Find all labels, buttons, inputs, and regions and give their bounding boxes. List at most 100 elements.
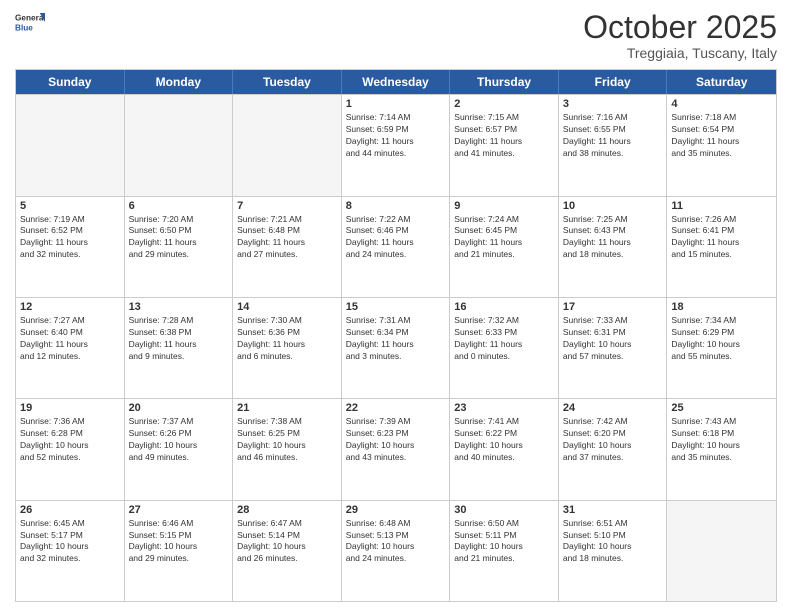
day-info: Sunrise: 7:31 AM Sunset: 6:34 PM Dayligh… xyxy=(346,315,446,363)
day-number: 25 xyxy=(671,402,772,414)
day-cell-4: 4 Sunrise: 7:18 AM Sunset: 6:54 PM Daylig… xyxy=(667,95,776,195)
day-info: Sunrise: 6:46 AM Sunset: 5:15 PM Dayligh… xyxy=(129,518,229,566)
day-cell-7: 7 Sunrise: 7:21 AM Sunset: 6:48 PM Daylig… xyxy=(233,197,342,297)
day-number: 12 xyxy=(20,301,120,313)
day-cell-29: 29 Sunrise: 6:48 AM Sunset: 5:13 PM Dayli… xyxy=(342,501,451,601)
day-cell-12: 12Sunrise: 7:27 AM Sunset: 6:40 PM Dayli… xyxy=(16,298,125,398)
day-cell-2: 2 Sunrise: 7:15 AM Sunset: 6:57 PM Daylig… xyxy=(450,95,559,195)
day-info: Sunrise: 7:16 AM Sunset: 6:55 PM Dayligh… xyxy=(563,112,663,160)
day-info: Sunrise: 7:38 AM Sunset: 6:25 PM Dayligh… xyxy=(237,416,337,464)
day-number: 9 xyxy=(454,200,554,212)
day-number: 1 xyxy=(346,98,446,110)
day-number: 2 xyxy=(454,98,554,110)
day-number: 16 xyxy=(454,301,554,313)
day-info: Sunrise: 6:48 AM Sunset: 5:13 PM Dayligh… xyxy=(346,518,446,566)
day-cell-15: 15 Sunrise: 7:31 AM Sunset: 6:34 PM Dayli… xyxy=(342,298,451,398)
day-info: Sunrise: 6:47 AM Sunset: 5:14 PM Dayligh… xyxy=(237,518,337,566)
day-cell-23: 23Sunrise: 7:41 AM Sunset: 6:22 PM Dayli… xyxy=(450,399,559,499)
day-cell-17: 17 Sunrise: 7:33 AM Sunset: 6:31 PM Dayli… xyxy=(559,298,668,398)
day-cell-27: 27 Sunrise: 6:46 AM Sunset: 5:15 PM Dayli… xyxy=(125,501,234,601)
day-number: 7 xyxy=(237,200,337,212)
day-number: 24 xyxy=(563,402,663,414)
day-headers: SundayMondayTuesdayWednesdayThursdayFrid… xyxy=(16,70,776,94)
week-row-0: 1Sunrise: 7:14 AM Sunset: 6:59 PM Daylig… xyxy=(16,94,776,195)
day-info: Sunrise: 7:28 AM Sunset: 6:38 PM Dayligh… xyxy=(129,315,229,363)
day-header-thursday: Thursday xyxy=(450,70,559,94)
day-cell-21: 21 Sunrise: 7:38 AM Sunset: 6:25 PM Dayli… xyxy=(233,399,342,499)
day-number: 3 xyxy=(563,98,663,110)
day-cell-24: 24 Sunrise: 7:42 AM Sunset: 6:20 PM Dayli… xyxy=(559,399,668,499)
day-cell-20: 20 Sunrise: 7:37 AM Sunset: 6:26 PM Dayli… xyxy=(125,399,234,499)
week-row-2: 12Sunrise: 7:27 AM Sunset: 6:40 PM Dayli… xyxy=(16,297,776,398)
day-cell-28: 28Sunrise: 6:47 AM Sunset: 5:14 PM Dayli… xyxy=(233,501,342,601)
day-number: 19 xyxy=(20,402,120,414)
day-header-saturday: Saturday xyxy=(667,70,776,94)
week-row-1: 5Sunrise: 7:19 AM Sunset: 6:52 PM Daylig… xyxy=(16,196,776,297)
day-number: 5 xyxy=(20,200,120,212)
svg-text:General: General xyxy=(15,14,45,23)
day-number: 18 xyxy=(671,301,772,313)
day-number: 4 xyxy=(671,98,772,110)
day-cell-19: 19Sunrise: 7:36 AM Sunset: 6:28 PM Dayli… xyxy=(16,399,125,499)
day-info: Sunrise: 7:30 AM Sunset: 6:36 PM Dayligh… xyxy=(237,315,337,363)
day-header-wednesday: Wednesday xyxy=(342,70,451,94)
logo-icon: General Blue xyxy=(15,10,45,40)
day-cell-empty xyxy=(233,95,342,195)
week-row-4: 26Sunrise: 6:45 AM Sunset: 5:17 PM Dayli… xyxy=(16,500,776,601)
day-cell-30: 30 Sunrise: 6:50 AM Sunset: 5:11 PM Dayli… xyxy=(450,501,559,601)
day-cell-18: 18 Sunrise: 7:34 AM Sunset: 6:29 PM Dayli… xyxy=(667,298,776,398)
page: General Blue October 2025 Treggiaia, Tus… xyxy=(0,0,792,612)
day-info: Sunrise: 6:51 AM Sunset: 5:10 PM Dayligh… xyxy=(563,518,663,566)
day-info: Sunrise: 7:25 AM Sunset: 6:43 PM Dayligh… xyxy=(563,214,663,262)
day-cell-25: 25 Sunrise: 7:43 AM Sunset: 6:18 PM Dayli… xyxy=(667,399,776,499)
day-info: Sunrise: 7:18 AM Sunset: 6:54 PM Dayligh… xyxy=(671,112,772,160)
day-header-friday: Friday xyxy=(559,70,668,94)
day-info: Sunrise: 7:33 AM Sunset: 6:31 PM Dayligh… xyxy=(563,315,663,363)
calendar-body: 1Sunrise: 7:14 AM Sunset: 6:59 PM Daylig… xyxy=(16,94,776,601)
day-number: 26 xyxy=(20,504,120,516)
day-number: 27 xyxy=(129,504,229,516)
day-info: Sunrise: 7:43 AM Sunset: 6:18 PM Dayligh… xyxy=(671,416,772,464)
day-cell-16: 16 Sunrise: 7:32 AM Sunset: 6:33 PM Dayli… xyxy=(450,298,559,398)
day-cell-10: 10Sunrise: 7:25 AM Sunset: 6:43 PM Dayli… xyxy=(559,197,668,297)
day-cell-13: 13 Sunrise: 7:28 AM Sunset: 6:38 PM Dayli… xyxy=(125,298,234,398)
location: Treggiaia, Tuscany, Italy xyxy=(583,45,777,61)
day-number: 30 xyxy=(454,504,554,516)
day-number: 11 xyxy=(671,200,772,212)
day-number: 29 xyxy=(346,504,446,516)
day-info: Sunrise: 7:37 AM Sunset: 6:26 PM Dayligh… xyxy=(129,416,229,464)
day-info: Sunrise: 6:50 AM Sunset: 5:11 PM Dayligh… xyxy=(454,518,554,566)
day-number: 13 xyxy=(129,301,229,313)
week-row-3: 19Sunrise: 7:36 AM Sunset: 6:28 PM Dayli… xyxy=(16,398,776,499)
svg-text:Blue: Blue xyxy=(15,23,33,32)
day-cell-empty xyxy=(16,95,125,195)
title-area: October 2025 Treggiaia, Tuscany, Italy xyxy=(583,10,777,61)
day-number: 14 xyxy=(237,301,337,313)
calendar: SundayMondayTuesdayWednesdayThursdayFrid… xyxy=(15,69,777,602)
day-info: Sunrise: 7:15 AM Sunset: 6:57 PM Dayligh… xyxy=(454,112,554,160)
day-number: 17 xyxy=(563,301,663,313)
day-info: Sunrise: 7:42 AM Sunset: 6:20 PM Dayligh… xyxy=(563,416,663,464)
header: General Blue October 2025 Treggiaia, Tus… xyxy=(15,10,777,61)
day-cell-11: 11Sunrise: 7:26 AM Sunset: 6:41 PM Dayli… xyxy=(667,197,776,297)
day-cell-3: 3 Sunrise: 7:16 AM Sunset: 6:55 PM Daylig… xyxy=(559,95,668,195)
day-number: 15 xyxy=(346,301,446,313)
day-info: Sunrise: 7:34 AM Sunset: 6:29 PM Dayligh… xyxy=(671,315,772,363)
day-header-sunday: Sunday xyxy=(16,70,125,94)
day-info: Sunrise: 7:21 AM Sunset: 6:48 PM Dayligh… xyxy=(237,214,337,262)
day-cell-22: 22Sunrise: 7:39 AM Sunset: 6:23 PM Dayli… xyxy=(342,399,451,499)
day-number: 8 xyxy=(346,200,446,212)
day-number: 21 xyxy=(237,402,337,414)
day-header-tuesday: Tuesday xyxy=(233,70,342,94)
day-number: 20 xyxy=(129,402,229,414)
day-cell-1: 1Sunrise: 7:14 AM Sunset: 6:59 PM Daylig… xyxy=(342,95,451,195)
day-header-monday: Monday xyxy=(125,70,234,94)
day-info: Sunrise: 7:22 AM Sunset: 6:46 PM Dayligh… xyxy=(346,214,446,262)
day-info: Sunrise: 7:32 AM Sunset: 6:33 PM Dayligh… xyxy=(454,315,554,363)
day-cell-6: 6Sunrise: 7:20 AM Sunset: 6:50 PM Daylig… xyxy=(125,197,234,297)
day-cell-31: 31 Sunrise: 6:51 AM Sunset: 5:10 PM Dayli… xyxy=(559,501,668,601)
day-number: 31 xyxy=(563,504,663,516)
day-cell-26: 26Sunrise: 6:45 AM Sunset: 5:17 PM Dayli… xyxy=(16,501,125,601)
day-cell-5: 5Sunrise: 7:19 AM Sunset: 6:52 PM Daylig… xyxy=(16,197,125,297)
day-cell-9: 9Sunrise: 7:24 AM Sunset: 6:45 PM Daylig… xyxy=(450,197,559,297)
